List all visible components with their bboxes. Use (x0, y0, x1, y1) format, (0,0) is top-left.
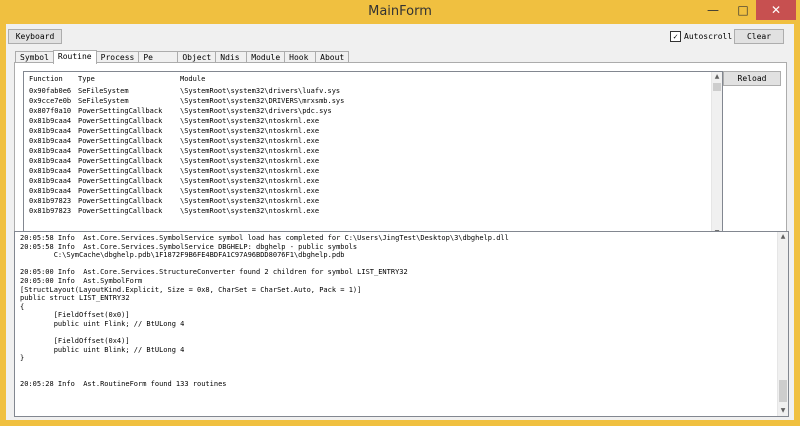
close-button[interactable]: ✕ (756, 0, 796, 20)
cell-type: PowerSettingCallback (78, 197, 163, 205)
log-output[interactable]: 20:05:58 Info Ast.Core.Services.SymbolSe… (14, 231, 789, 417)
cell-type: PowerSettingCallback (78, 127, 163, 135)
cell-function: 0x81b9caa4 (29, 187, 72, 195)
log-line: { (20, 302, 25, 311)
cell-module: \SystemRoot\system32\ntoskrnl.exe (180, 137, 320, 145)
cell-type: PowerSettingCallback (78, 207, 163, 215)
table-row[interactable]: 0x81b9caa4 PowerSettingCallback \SystemRoo… (24, 136, 722, 146)
log-line: [StructLayout(LayoutKind.Explicit, Size … (20, 285, 362, 294)
scroll-thumb[interactable] (779, 380, 787, 402)
cell-module: \SystemRoot\system32\drivers\pdc.sys (180, 107, 332, 115)
list-scrollbar[interactable]: ▲ ▼ (711, 72, 722, 238)
cell-type: PowerSettingCallback (78, 187, 163, 195)
cell-function: 0x90fab0e6 (29, 87, 72, 95)
cell-module: \SystemRoot\system32\ntoskrnl.exe (180, 117, 320, 125)
table-row[interactable]: 0x81b9caa4 PowerSettingCallback \SystemRoo… (24, 126, 722, 136)
log-line: public uint Blink; // BtULong 4 (20, 345, 185, 354)
log-line: C:\SymCache\dbghelp.pdb\1F1872F9B6FE4BDF… (20, 251, 345, 260)
maximize-button[interactable]: □ (730, 0, 756, 20)
scroll-thumb[interactable] (713, 83, 721, 91)
cell-type: PowerSettingCallback (78, 117, 163, 125)
cell-type: PowerSettingCallback (78, 157, 163, 165)
cell-type: SeFileSystem (78, 87, 129, 95)
list-header: Function Type Module (24, 72, 722, 86)
cell-module: \SystemRoot\system32\ntoskrnl.exe (180, 127, 320, 135)
cell-module: \SystemRoot\system32\ntoskrnl.exe (180, 197, 320, 205)
log-line: } (20, 354, 25, 363)
routine-list[interactable]: Function Type Module 0x90fab0e6 SeFileSys… (23, 71, 723, 239)
cell-type: PowerSettingCallback (78, 147, 163, 155)
cell-function: 0x81b97823 (29, 207, 72, 215)
client-area: Keyboard ✓ Autoscroll Clear Symbol Routi… (6, 24, 794, 420)
log-line: 20:05:58 Info Ast.Core.Services.SymbolSe… (20, 242, 358, 251)
autoscroll-label: Autoscroll (684, 32, 733, 41)
window-title: MainForm (368, 4, 432, 19)
log-scrollbar[interactable]: ▲ ▼ (777, 232, 788, 416)
column-header-module[interactable]: Module (180, 72, 680, 86)
log-content: 20:05:58 Info Ast.Core.Services.SymbolSe… (15, 232, 788, 389)
cell-module: \SystemRoot\system32\ntoskrnl.exe (180, 157, 320, 165)
column-header-function[interactable]: Function (24, 72, 78, 86)
table-row[interactable]: 0x81b9caa4 PowerSettingCallback \SystemRoo… (24, 186, 722, 196)
autoscroll-checkbox[interactable]: ✓ Autoscroll (670, 31, 732, 42)
column-header-type[interactable]: Type (78, 72, 180, 86)
log-line: 20:05:00 Info Ast.Core.Services.Structur… (20, 268, 408, 277)
table-row[interactable]: 0x81b9caa4 PowerSettingCallback \SystemRoo… (24, 166, 722, 176)
cell-type: SeFileSystem (78, 97, 129, 105)
cell-module: \SystemRoot\system32\ntoskrnl.exe (180, 177, 320, 185)
table-row[interactable]: 0x81b9caa4 PowerSettingCallback \SystemRoo… (24, 146, 722, 156)
cell-module: \SystemRoot\system32\ntoskrnl.exe (180, 187, 320, 195)
scroll-up-icon[interactable]: ▲ (712, 72, 722, 82)
cell-function: 0x81b9caa4 (29, 147, 72, 155)
scroll-up-icon[interactable]: ▲ (778, 232, 788, 242)
log-line: [FieldOffset(0x0)] (20, 311, 130, 320)
log-line: public struct LIST_ENTRY32 (20, 294, 130, 303)
cell-function: 0x81b97823 (29, 197, 72, 205)
title-bar: MainForm — □ ✕ (0, 0, 800, 24)
cell-module: \SystemRoot\system32\DRIVERS\mrxsmb.sys (180, 97, 345, 105)
log-line: 20:05:00 Info Ast.SymbolForm (20, 276, 143, 285)
cell-function: 0x81b9caa4 (29, 167, 72, 175)
table-row[interactable]: 0x81b97823 PowerSettingCallback \SystemRoo… (24, 206, 722, 216)
table-row[interactable]: 0x9cce7e0b SeFileSystem \SystemRoot\system… (24, 96, 722, 106)
log-line: public uint Flink; // BtULong 4 (20, 319, 185, 328)
clear-button[interactable]: Clear (734, 29, 784, 44)
cell-type: PowerSettingCallback (78, 137, 163, 145)
table-row[interactable]: 0x807f0a10 PowerSettingCallback \SystemRoo… (24, 106, 722, 116)
scroll-down-icon[interactable]: ▼ (778, 406, 788, 416)
cell-module: \SystemRoot\system32\ntoskrnl.exe (180, 147, 320, 155)
cell-module: \SystemRoot\system32\ntoskrnl.exe (180, 167, 320, 175)
cell-function: 0x807f0a10 (29, 107, 72, 115)
reload-button[interactable]: Reload (723, 71, 781, 86)
cell-function: 0x81b9caa4 (29, 117, 72, 125)
log-line: 20:05:28 Info Ast.RoutineForm found 133 … (20, 380, 227, 389)
cell-type: PowerSettingCallback (78, 107, 163, 115)
table-row[interactable]: 0x90fab0e6 SeFileSystem \SystemRoot\system… (24, 86, 722, 96)
keyboard-button[interactable]: Keyboard (8, 29, 62, 44)
minimize-button[interactable]: — (700, 0, 726, 20)
table-row[interactable]: 0x81b9caa4 PowerSettingCallback \SystemRoo… (24, 116, 722, 126)
log-line: 20:05:58 Info Ast.Core.Services.SymbolSe… (20, 234, 509, 242)
cell-type: PowerSettingCallback (78, 167, 163, 175)
cell-type: PowerSettingCallback (78, 177, 163, 185)
cell-function: 0x81b9caa4 (29, 177, 72, 185)
checkbox-check-icon: ✓ (670, 31, 681, 42)
table-row[interactable]: 0x81b97823 PowerSettingCallback \SystemRoo… (24, 196, 722, 206)
table-row[interactable]: 0x81b9caa4 PowerSettingCallback \SystemRoo… (24, 156, 722, 166)
cell-function: 0x9cce7e0b (29, 97, 72, 105)
cell-function: 0x81b9caa4 (29, 157, 72, 165)
tab-routine[interactable]: Routine (52, 50, 97, 64)
cell-function: 0x81b9caa4 (29, 127, 72, 135)
cell-function: 0x81b9caa4 (29, 137, 72, 145)
log-line: [FieldOffset(0x4)] (20, 337, 130, 346)
cell-module: \SystemRoot\system32\ntoskrnl.exe (180, 207, 320, 215)
table-row[interactable]: 0x81b9caa4 PowerSettingCallback \SystemRoo… (24, 176, 722, 186)
cell-module: \SystemRoot\system32\drivers\luafv.sys (180, 87, 341, 95)
